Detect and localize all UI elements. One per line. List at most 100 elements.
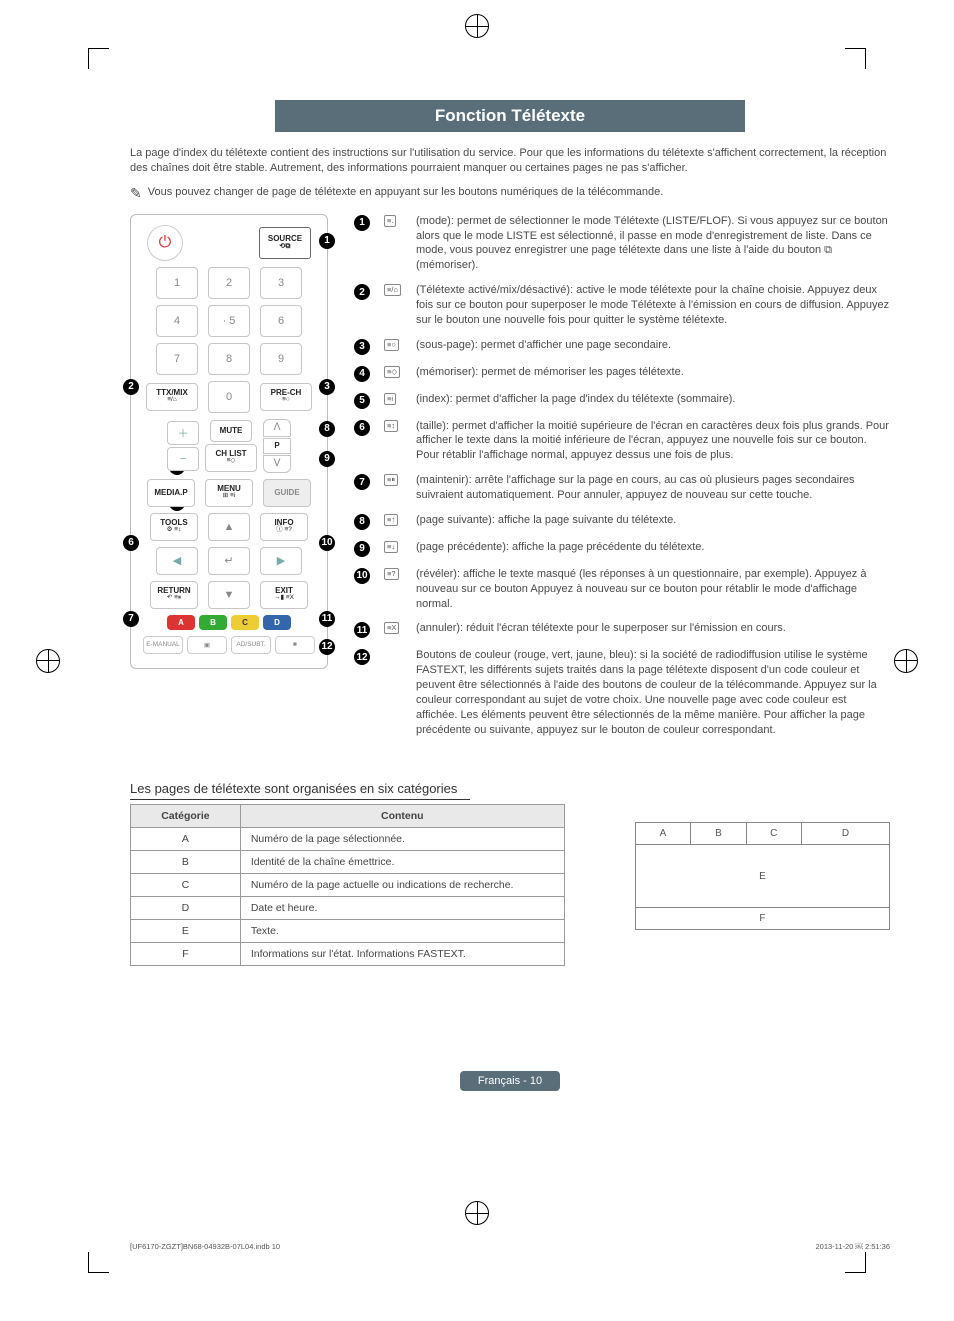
callout-3: 3	[319, 379, 335, 395]
item-text: (maintenir): arrête l'affichage sur la p…	[416, 473, 890, 503]
keypad-8: 8	[208, 343, 250, 375]
doc-timestamp: 2013-11-20 ￼ 2:51:36	[816, 1242, 891, 1251]
cell-content: Numéro de la page sélectionnée.	[240, 828, 564, 851]
nav-left-icon: ◀	[156, 547, 198, 575]
note-row: ✎ Vous pouvez changer de page de télétex…	[130, 186, 890, 200]
btn-icon: ≡⏸	[384, 474, 402, 486]
keypad-9: 9	[260, 343, 302, 375]
item-number: 3	[354, 339, 370, 355]
layout-cell-f: F	[635, 908, 890, 930]
item-number: 2	[354, 284, 370, 300]
item-text: (taille): permet d'afficher la moitié su…	[416, 419, 890, 464]
crop-mark	[88, 48, 109, 69]
page-content: Fonction Télétexte La page d'index du té…	[130, 100, 890, 1091]
feature-list: 1≡.(mode): permet de sélectionner le mod…	[354, 214, 890, 748]
btn-icon: ≡?	[384, 568, 402, 580]
item-text: (page précédente): affiche la page précé…	[416, 540, 890, 555]
btn-icon: ≡i	[384, 393, 402, 405]
callout-2: 2	[123, 379, 139, 395]
cell-cat: F	[131, 943, 241, 966]
btn-icon: ≡↓	[384, 541, 402, 553]
list-item: 5≡i(index): permet d'afficher la page d'…	[354, 392, 890, 409]
crop-mark	[845, 1252, 866, 1273]
section-heading: Fonction Télétexte	[275, 100, 745, 132]
keypad-7: 7	[156, 343, 198, 375]
cell-cat: E	[131, 920, 241, 943]
registration-mark-icon	[894, 649, 918, 673]
btn-icon: ≡◇	[384, 366, 402, 378]
power-icon: ⏻	[147, 225, 183, 261]
item-number: 9	[354, 541, 370, 557]
callout-9: 9	[319, 451, 335, 467]
item-number: 8	[354, 514, 370, 530]
layout-cell-e: E	[635, 845, 890, 908]
keypad-1: 1	[156, 267, 198, 299]
chlist-button: CH LIST≡◇	[205, 444, 257, 472]
btn-icon: ≡X	[384, 622, 402, 634]
color-a-button: A	[167, 615, 195, 630]
source-button: SOURCE ⟲⧉	[259, 227, 311, 259]
cell-cat: B	[131, 851, 241, 874]
list-item: 2≡/⌂(Télétexte activé/mix/désactivé): ac…	[354, 283, 890, 328]
cell-content: Numéro de la page actuelle ou indication…	[240, 874, 564, 897]
item-number: 11	[354, 622, 370, 638]
list-item: 6≡↕(taille): permet d'afficher la moitié…	[354, 419, 890, 464]
color-b-button: B	[199, 615, 227, 630]
info-button: INFOⓘ ≡?	[260, 513, 308, 541]
registration-mark-icon	[36, 649, 60, 673]
stop-button: ■	[275, 636, 315, 654]
item-text: (mode): permet de sélectionner le mode T…	[416, 214, 890, 273]
item-text: (annuler): réduit l'écran télétexte pour…	[416, 621, 890, 636]
mute-button: MUTE	[210, 420, 252, 442]
table-row: BIdentité de la chaîne émettrice.	[131, 851, 565, 874]
note-text: Vous pouvez changer de page de télétexte…	[148, 186, 664, 198]
cell-cat: A	[131, 828, 241, 851]
ch-down-icon: ᐯ	[263, 455, 291, 473]
table-row: ETexte.	[131, 920, 565, 943]
source-sub-icon: ⟲⧉	[279, 243, 290, 250]
item-text: (Télétexte activé/mix/désactivé): active…	[416, 283, 890, 328]
item-number: 12	[354, 649, 370, 665]
item-number: 7	[354, 474, 370, 490]
item-text: (sous-page): permet d'afficher une page …	[416, 338, 890, 353]
note-icon: ✎	[130, 186, 142, 200]
item-number: 10	[354, 568, 370, 584]
media-button: MEDIA.P	[147, 479, 195, 507]
table-row: DDate et heure.	[131, 897, 565, 920]
nav-right-icon: ▶	[260, 547, 302, 575]
btn-icon: ≡↑	[384, 514, 402, 526]
list-item: 11 ≡X (annuler): réduit l'écran télétexte …	[354, 621, 890, 638]
list-item: 4 ≡◇ (mémoriser): permet de mémoriser les …	[354, 365, 890, 382]
btn-icon: ≡↕	[384, 420, 402, 432]
remote-illustration: 1 2 3 4 5 6 7 8 9 10 11 12 ⏻ SOURCE ⟲⧉ 1…	[130, 214, 328, 669]
callout-6: 6	[123, 535, 139, 551]
th-content: Contenu	[240, 805, 564, 828]
doc-reference: [UF6170-ZGZT]BN68-04932B-07L04.indb 10	[130, 1242, 280, 1251]
vol-down-icon: −	[167, 447, 199, 471]
cell-content: Identité de la chaîne émettrice.	[240, 851, 564, 874]
layout-cell-b: B	[691, 823, 746, 844]
item-number: 4	[354, 366, 370, 382]
ttx-button: TTX/MIX≡/⌂	[146, 383, 198, 411]
table-row: CNuméro de la page actuelle ou indicatio…	[131, 874, 565, 897]
cell-cat: D	[131, 897, 241, 920]
color-c-button: C	[231, 615, 259, 630]
layout-cell-a: A	[636, 823, 691, 844]
list-item: 3 ≡○ (sous-page): permet d'afficher une pa…	[354, 338, 890, 355]
btn-icon: ≡○	[384, 339, 402, 351]
layout-diagram: A B C D E F	[635, 822, 890, 930]
table-row: ANuméro de la page sélectionnée.	[131, 828, 565, 851]
callout-8: 8	[319, 421, 335, 437]
nav-up-icon: ▲	[208, 513, 250, 541]
keypad-0: 0	[208, 381, 250, 413]
vol-up-icon: ＋	[167, 421, 199, 445]
menu-button: MENU⊞ ≡i	[205, 479, 253, 507]
item-text: (mémoriser): permet de mémoriser les pag…	[416, 365, 890, 380]
cell-content: Date et heure.	[240, 897, 564, 920]
item-text: Boutons de couleur (rouge, vert, jaune, …	[416, 648, 890, 737]
layout-cell-c: C	[747, 823, 802, 844]
exit-button: EXIT→▮ ≡X	[260, 581, 308, 609]
list-item: 10≡?(révéler): affiche le texte masqué (…	[354, 567, 890, 612]
keypad-6: 6	[260, 305, 302, 337]
item-text: (page suivante): affiche la page suivant…	[416, 513, 890, 528]
